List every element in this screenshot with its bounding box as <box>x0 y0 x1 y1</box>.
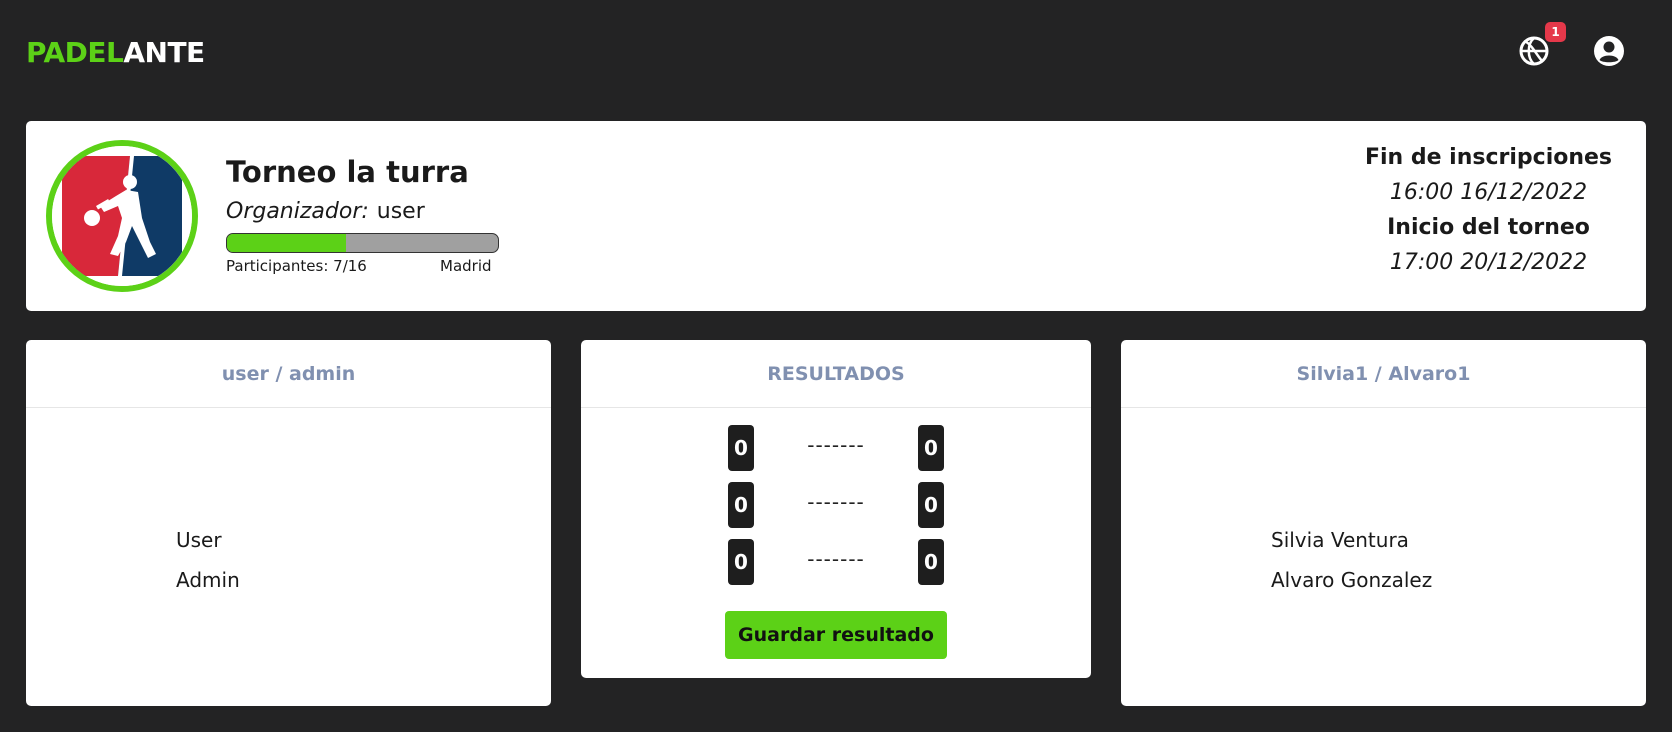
registration-end-date: 16:00 16/12/2022 <box>1389 180 1588 205</box>
score-input-left[interactable]: 0 <box>728 425 754 471</box>
score-separator: ------- <box>807 433 865 457</box>
organizer: Organizador: user <box>226 199 425 224</box>
tournament-dates: Fin de inscripciones 16:00 16/12/2022 In… <box>1326 145 1651 285</box>
player-name: Admin <box>176 568 240 592</box>
score-input-right[interactable]: 0 <box>918 425 944 471</box>
tournament-title: Torneo la turra <box>226 155 469 189</box>
tournament-logo <box>46 140 198 292</box>
registration-end-label: Fin de inscripciones <box>1364 145 1613 170</box>
organizer-label: Organizador: <box>226 199 369 224</box>
team-left-players: User Admin <box>176 520 240 600</box>
organizer-name: user <box>376 199 425 224</box>
set-row: 0 ------- 0 <box>581 539 1091 585</box>
set-row: 0 ------- 0 <box>581 425 1091 471</box>
score-separator: ------- <box>807 490 865 514</box>
notification-badge: 1 <box>1545 22 1566 42</box>
start-label: Inicio del torneo <box>1387 215 1590 240</box>
player-name: User <box>176 528 222 552</box>
progress-fill <box>227 234 346 252</box>
team-right-players: Silvia Ventura Alvaro Gonzalez <box>1271 520 1432 600</box>
participants-count: Participantes: 7/16 <box>226 257 367 275</box>
team-card-right: Silvia1 / Alvaro1 Silvia Ventura Alvaro … <box>1121 340 1646 706</box>
team-right-title: Silvia1 / Alvaro1 <box>1121 340 1646 408</box>
brand-logo[interactable]: PADELANTE <box>26 36 205 69</box>
set-row: 0 ------- 0 <box>581 482 1091 528</box>
score-separator: ------- <box>807 547 865 571</box>
participants-progress-bar <box>226 233 499 253</box>
player-name: Silvia Ventura <box>1271 528 1409 552</box>
tournament-city: Madrid <box>440 257 492 275</box>
results-title: RESULTADOS <box>581 340 1091 408</box>
score-input-right[interactable]: 0 <box>918 482 944 528</box>
brand-part2: ANTE <box>123 36 205 69</box>
brand-part1: PADEL <box>26 36 124 69</box>
save-result-button[interactable]: Guardar resultado <box>725 611 947 659</box>
user-circle-icon[interactable] <box>1592 34 1626 68</box>
team-card-left: user / admin User Admin <box>26 340 551 706</box>
start-date: 17:00 20/12/2022 <box>1389 250 1588 275</box>
team-left-title: user / admin <box>26 340 551 408</box>
tournament-card: Torneo la turra Organizador: user Partici… <box>26 121 1646 311</box>
player-name: Alvaro Gonzalez <box>1271 568 1433 592</box>
results-card: RESULTADOS 0 ------- 0 0 ------- 0 0 ---… <box>581 340 1091 678</box>
score-input-right[interactable]: 0 <box>918 539 944 585</box>
score-input-left[interactable]: 0 <box>728 482 754 528</box>
score-input-left[interactable]: 0 <box>728 539 754 585</box>
